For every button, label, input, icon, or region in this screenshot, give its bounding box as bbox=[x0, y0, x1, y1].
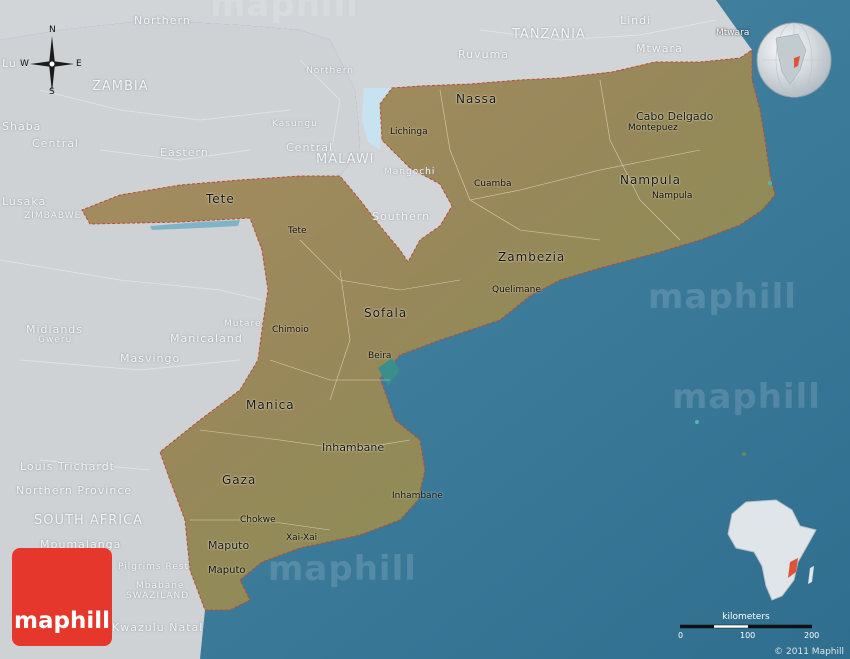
compass-s: S bbox=[49, 87, 56, 97]
watermark: maphill bbox=[672, 377, 821, 417]
logo-text: maphill bbox=[14, 608, 110, 634]
scale-title: kilometers bbox=[722, 612, 770, 622]
watermark: maphill bbox=[268, 549, 417, 589]
label-city-beira: Beira bbox=[368, 351, 392, 361]
compass-n: N bbox=[49, 25, 57, 35]
label-city-nampula: Nampula bbox=[652, 191, 693, 201]
map-canvas bbox=[0, 0, 850, 659]
label-city-montepuez: Montepuez bbox=[628, 123, 678, 133]
label-shaba: Shaba bbox=[2, 120, 42, 133]
label-eastern: Eastern bbox=[160, 146, 209, 159]
label-tanzania: TANZANIA bbox=[512, 27, 586, 42]
label-mtwara-region: Mtwara bbox=[636, 42, 683, 55]
label-lusaka: Lusaka bbox=[2, 195, 47, 208]
label-city-cuamba: Cuamba bbox=[474, 179, 512, 189]
copyright: © 2011 Maphill bbox=[774, 647, 844, 657]
watermark: maphill bbox=[210, 0, 359, 25]
island bbox=[742, 452, 746, 456]
label-manicaland: Manicaland bbox=[170, 332, 243, 345]
label-city-chimoio: Chimoio bbox=[272, 325, 309, 335]
label-mangochi: Mangochi bbox=[384, 167, 436, 177]
label-city-tete: Tete bbox=[288, 226, 307, 236]
label-central-zambia: Central bbox=[32, 137, 80, 150]
scale-tick-200: 200 bbox=[804, 631, 820, 640]
label-northern-province: Northern Province bbox=[16, 484, 133, 497]
label-city-lichinga: Lichinga bbox=[390, 127, 428, 137]
label-gweru: Gweru bbox=[38, 335, 73, 345]
label-province-manica: Manica bbox=[246, 398, 295, 412]
compass-w: W bbox=[20, 59, 30, 69]
label-midlands: Midlands bbox=[26, 323, 84, 336]
label-northern-malawi: Northern bbox=[306, 66, 354, 76]
label-pilgrims-rest: Pilgrims Rest bbox=[118, 562, 190, 572]
label-province-maputo: Maputo bbox=[208, 539, 250, 552]
label-city-quelimane: Quelimane bbox=[492, 285, 541, 295]
label-province-nassa: Nassa bbox=[456, 92, 498, 106]
label-lindi: Lindi bbox=[620, 14, 652, 27]
label-swaziland: SWAZILAND bbox=[126, 591, 190, 601]
map-view[interactable]: maphill maphill maphill maphill N S E W … bbox=[0, 0, 850, 659]
label-province-gaza: Gaza bbox=[222, 473, 257, 487]
label-kwazulu-natal: Kwazulu Natal bbox=[112, 621, 204, 634]
label-zimbabwe: ZIMBABWE bbox=[24, 211, 82, 221]
locator-globe bbox=[756, 22, 832, 98]
label-province-nampula: Nampula bbox=[620, 173, 681, 187]
label-kasungu: Kasungu bbox=[272, 119, 318, 129]
label-luapula: Lu bbox=[2, 57, 17, 70]
label-province-cabo-delgado: Cabo Delgado bbox=[636, 110, 714, 123]
label-province-tete: Tete bbox=[206, 192, 235, 206]
label-mbabane: Mbabane bbox=[136, 581, 185, 591]
label-louis-trichardt: Louis Trichardt bbox=[20, 460, 115, 473]
label-ruvuma: Ruvuma bbox=[458, 48, 510, 61]
island bbox=[695, 420, 699, 424]
label-southern-malawi: Southern bbox=[372, 210, 431, 223]
label-malawi: MALAWI bbox=[316, 152, 375, 167]
label-mutare: Mutare bbox=[224, 319, 262, 329]
label-province-sofala: Sofala bbox=[364, 306, 408, 320]
scale-tick-0: 0 bbox=[678, 631, 684, 640]
watermark: maphill bbox=[648, 277, 797, 317]
label-masvingo: Masvingo bbox=[120, 352, 181, 365]
label-city-chokwe: Chokwe bbox=[240, 515, 276, 525]
label-northern-zambia: Northern bbox=[134, 14, 191, 27]
label-province-inhambane: Inhambane bbox=[322, 441, 385, 454]
maphill-logo[interactable]: maphill bbox=[12, 548, 112, 646]
label-city-maputo: Maputo bbox=[208, 565, 246, 576]
scale-tick-100: 100 bbox=[740, 631, 756, 640]
scale-bar: kilometers 0 100 200 bbox=[676, 612, 826, 644]
label-province-zambezia: Zambezia bbox=[498, 250, 566, 264]
africa-locator bbox=[727, 499, 817, 601]
label-zambia: ZAMBIA bbox=[92, 79, 149, 94]
label-city-xai-xai: Xai-Xai bbox=[286, 533, 318, 543]
island bbox=[768, 181, 772, 185]
label-city-inhambane: Inhambane bbox=[392, 491, 443, 501]
label-mtwara-city: Mtwara bbox=[716, 28, 750, 38]
compass-e: E bbox=[76, 59, 83, 69]
label-south-africa: SOUTH AFRICA bbox=[34, 513, 144, 528]
